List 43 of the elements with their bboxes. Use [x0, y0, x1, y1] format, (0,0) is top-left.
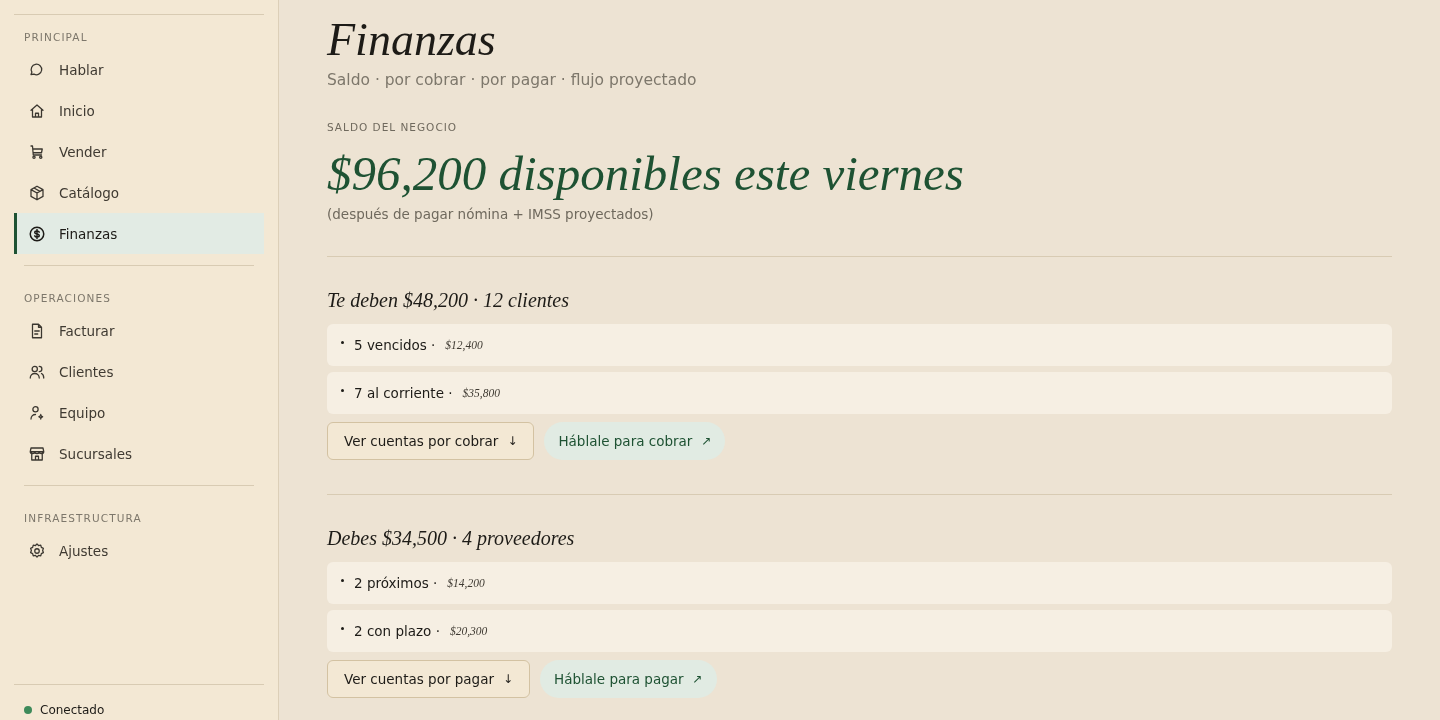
- row-label: 7 al corriente ·: [354, 385, 453, 401]
- row-amount: $35,800: [462, 387, 500, 399]
- section-heading: Debes $34,500 · 4 proveedores: [327, 527, 576, 550]
- dollar-icon: [28, 224, 46, 243]
- bullet-icon: [341, 627, 344, 631]
- user-gear-icon: [28, 403, 46, 422]
- page-title: Finanzas: [327, 13, 497, 67]
- row-label: 2 con plazo ·: [354, 623, 440, 639]
- chat-action-button[interactable]: Háblale para pagar ↗: [540, 660, 717, 698]
- box-icon: [28, 183, 46, 202]
- row-amount: $12,400: [445, 339, 483, 351]
- bullet-icon: [341, 389, 344, 393]
- bullet-icon: [341, 579, 344, 583]
- section-heading: Te deben $48,200 · 12 clientes: [327, 289, 570, 312]
- sidebar-item[interactable]: Ajustes: [14, 530, 264, 571]
- connection-status: Conectado: [40, 702, 105, 717]
- sidebar-item[interactable]: Facturar: [14, 310, 264, 351]
- balance-label: SALDO DEL NEGOCIO: [327, 121, 459, 134]
- row-amount: $20,300: [449, 625, 488, 637]
- chat-action-button[interactable]: Háblale para cobrar ↗: [544, 422, 726, 460]
- sidebar-item[interactable]: Finanzas: [14, 213, 264, 254]
- sidebar-item[interactable]: Vender: [14, 131, 264, 172]
- sidebar-item[interactable]: Clientes: [14, 351, 264, 392]
- bullet-icon: [341, 341, 344, 345]
- section-label: OPERACIONES: [23, 291, 113, 306]
- sidebar-item[interactable]: Hablar: [14, 49, 264, 90]
- row-amount: $14,200: [447, 577, 485, 589]
- sidebar-item[interactable]: Sucursales: [14, 433, 264, 474]
- settings-icon: [28, 541, 46, 560]
- cart-icon: [28, 142, 46, 161]
- store-icon: [28, 444, 46, 463]
- row-label: 2 próximos ·: [354, 575, 438, 591]
- view-accounts-button[interactable]: Ver cuentas por cobrar ↓: [327, 422, 535, 460]
- sidebar-item[interactable]: Catálogo: [14, 172, 264, 213]
- section-label: PRINCIPAL: [23, 30, 89, 45]
- sidebar-item[interactable]: Inicio: [14, 90, 264, 131]
- section-label: INFRAESTRUCTURA: [23, 511, 143, 526]
- balance-amount: $96,200 disponibles este viernes: [327, 145, 965, 204]
- view-accounts-button[interactable]: Ver cuentas por pagar ↓: [327, 660, 531, 698]
- page-subtitle: Saldo · por cobrar · por pagar · flujo proyectado: [327, 71, 698, 90]
- row-label: 5 vencidos ·: [354, 337, 436, 353]
- balance-note: (después de pagar nómina + IMSS proyectados): [327, 206, 655, 222]
- sidebar-item[interactable]: Equipo: [14, 392, 264, 433]
